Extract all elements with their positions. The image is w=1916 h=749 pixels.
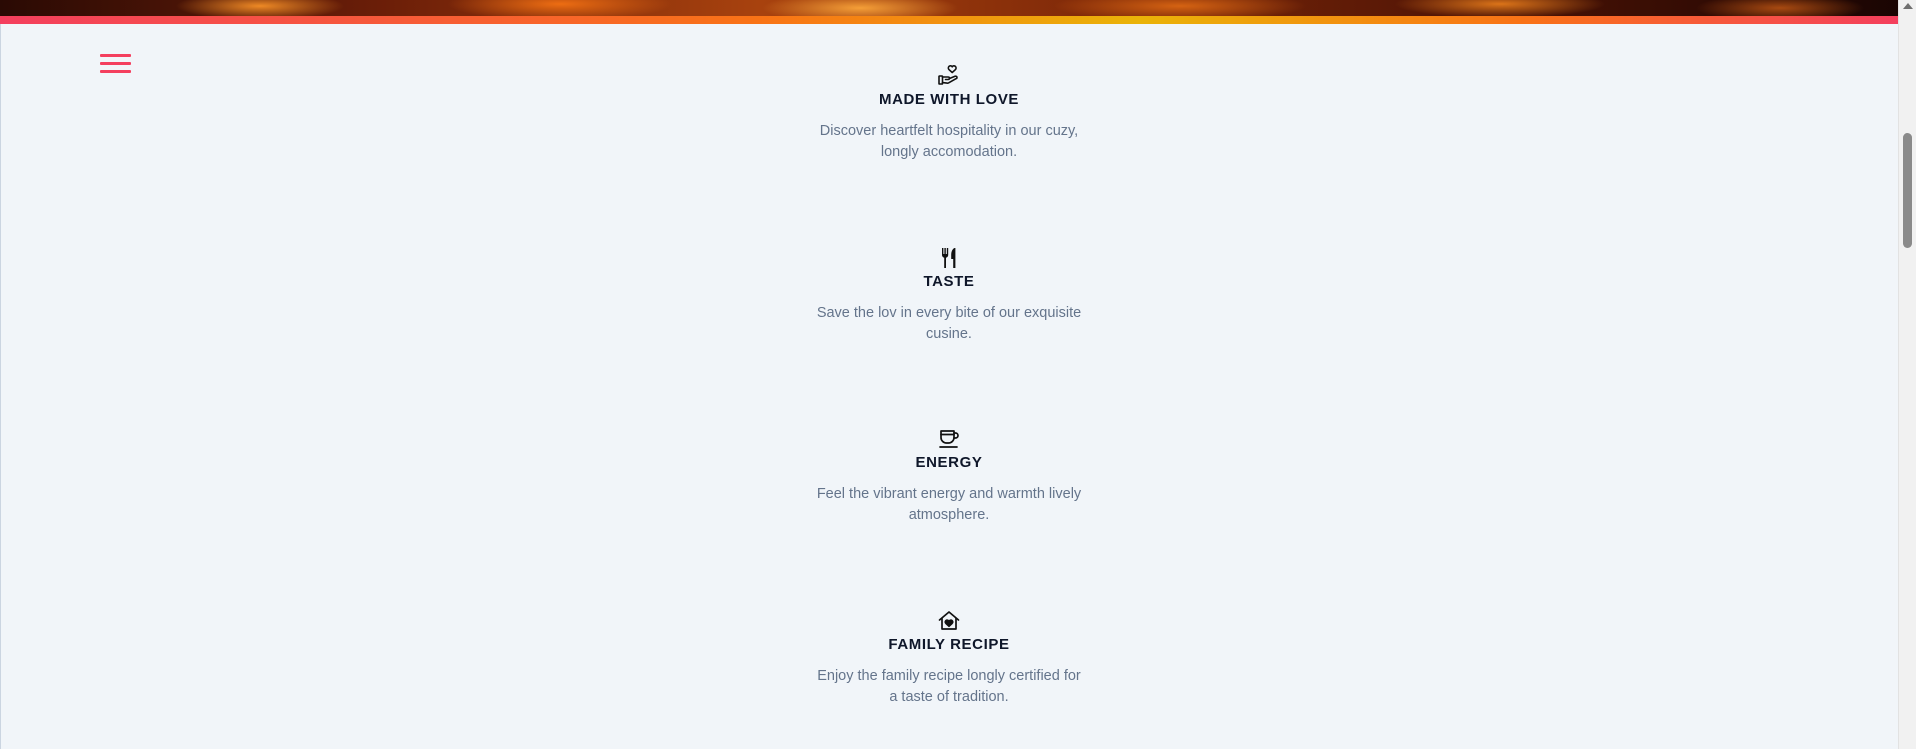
feature-description: Enjoy the family recipe longly certified… bbox=[817, 668, 1081, 705]
feature-family-recipe: FAMILY RECIPE Enjoy the family recipe lo… bbox=[799, 609, 1099, 708]
feature-description: Save the lov in every bite of our exquis… bbox=[816, 305, 1082, 342]
hero-image-strip bbox=[0, 0, 1898, 16]
hamburger-menu-icon[interactable] bbox=[100, 52, 132, 76]
scrollbar-thumb[interactable] bbox=[1903, 133, 1912, 248]
feature-taste: TASTE Save the lov in every bite of our … bbox=[799, 246, 1099, 345]
left-border bbox=[0, 24, 1, 749]
feature-description: Feel the vibrant energy and warmth livel… bbox=[816, 486, 1082, 523]
feature-title: FAMILY RECIPE bbox=[888, 636, 1010, 653]
feature-energy: ENERGY Feel the vibrant energy and warmt… bbox=[799, 427, 1099, 526]
feature-made-with-love: MADE WITH LOVE Discover heartfelt hospit… bbox=[799, 64, 1099, 163]
scroll-up-arrow-icon[interactable] bbox=[1903, 3, 1913, 9]
vertical-scrollbar[interactable] bbox=[1898, 0, 1916, 749]
accent-gradient-bar bbox=[0, 16, 1898, 24]
feature-title: MADE WITH LOVE bbox=[878, 91, 1020, 108]
feature-title: ENERGY bbox=[915, 454, 983, 471]
feature-title: TASTE bbox=[923, 273, 975, 290]
coffee-cup-icon bbox=[939, 430, 959, 448]
menu-line bbox=[100, 70, 131, 73]
menu-line bbox=[100, 62, 131, 65]
fork-knife-icon bbox=[942, 248, 956, 268]
hand-heart-icon bbox=[938, 65, 958, 85]
page: MADE WITH LOVE Discover heartfelt hospit… bbox=[0, 0, 1916, 749]
house-heart-icon bbox=[938, 611, 960, 630]
feature-description: Discover heartfelt hospitality in our cu… bbox=[819, 123, 1079, 160]
menu-line bbox=[100, 54, 131, 57]
